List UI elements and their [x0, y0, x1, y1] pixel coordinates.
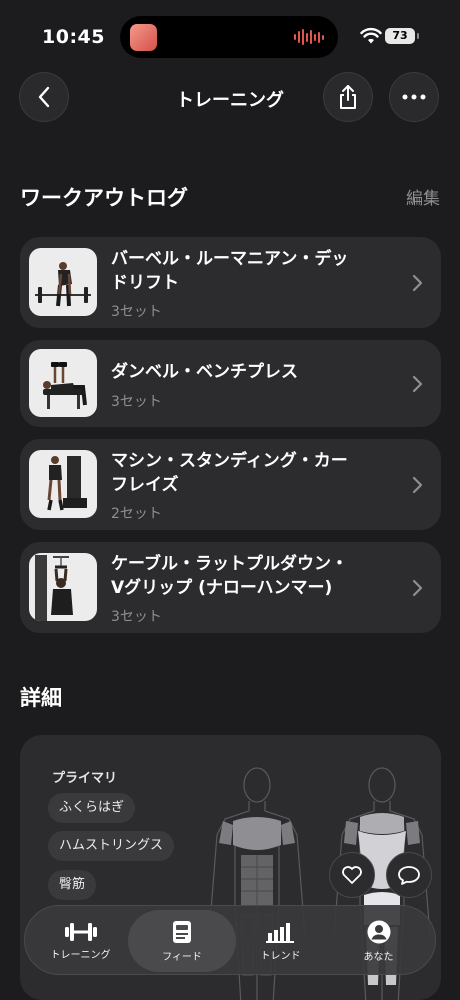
edit-button[interactable]: 編集 — [406, 184, 440, 209]
exercise-sets: 3セット — [111, 609, 162, 625]
exercise-thumbnail — [29, 248, 97, 316]
exercise-name-line1: ケーブル・ラットプルダウン・ — [111, 554, 348, 574]
muscle-chip[interactable]: ふくらはぎ — [48, 793, 136, 823]
tab-bar: トレーニング フィード トレンド あなた — [24, 905, 436, 975]
chart-icon — [265, 922, 294, 943]
battery-indicator: 73 — [385, 28, 419, 44]
tab-label: トレーニング — [50, 949, 111, 961]
share-icon — [340, 85, 356, 109]
more-button[interactable] — [389, 72, 439, 122]
exercise-name-line1: マシン・スタンディング・カー — [111, 451, 348, 471]
chevron-right-icon — [412, 274, 423, 291]
more-icon — [402, 94, 426, 100]
comment-icon — [398, 866, 420, 885]
exercise-name-line2: Vグリップ (ナローハンマー) — [111, 578, 333, 598]
feed-icon — [173, 920, 191, 943]
exercise-row[interactable]: バーベル・ルーマニアン・デッ ドリフト 3セット — [20, 237, 441, 328]
exercise-name: バーベル・ルーマニアン・デッ ドリフト — [111, 247, 391, 295]
tab-feed[interactable]: フィード — [128, 910, 236, 972]
exercise-thumbnail — [29, 553, 97, 621]
exercise-name-line1: バーベル・ルーマニアン・デッ — [111, 249, 349, 269]
exercise-thumbnail — [29, 450, 97, 518]
status-bar: 10:45 73 — [0, 0, 460, 72]
muscle-chip[interactable]: 臀筋 — [48, 870, 97, 900]
exercise-name-line2: フレイズ — [111, 475, 179, 495]
tab-trends[interactable]: トレンド — [229, 910, 332, 972]
primary-muscles-label: プライマリ — [52, 771, 118, 786]
status-time: 10:45 — [42, 26, 105, 48]
tab-you[interactable]: あなた — [327, 910, 430, 972]
share-button[interactable] — [323, 72, 373, 122]
like-button[interactable] — [329, 852, 375, 898]
dumbbell-icon — [64, 922, 97, 941]
exercise-sets: 3セット — [111, 394, 162, 410]
wifi-icon — [360, 27, 382, 44]
audio-waveform-icon — [294, 29, 324, 45]
exercise-sets: 3セット — [111, 304, 162, 320]
tab-label: トレンド — [260, 950, 301, 962]
exercise-name-line1: ダンベル・ベンチプレス — [111, 362, 298, 382]
exercise-name: ダンベル・ベンチプレス — [111, 360, 391, 384]
exercise-thumbnail — [29, 349, 97, 417]
tab-label: あなた — [363, 951, 394, 963]
person-icon — [367, 920, 390, 943]
exercise-sets: 2セット — [111, 506, 162, 522]
chevron-right-icon — [412, 375, 423, 392]
chevron-right-icon — [412, 579, 423, 596]
exercise-row[interactable]: ダンベル・ベンチプレス 3セット — [20, 340, 441, 427]
exercise-row[interactable]: ケーブル・ラットプルダウン・ Vグリップ (ナローハンマー) 3セット — [20, 542, 441, 633]
exercise-name: ケーブル・ラットプルダウン・ Vグリップ (ナローハンマー) — [111, 552, 391, 600]
workout-log-title: ワークアウトログ — [20, 186, 188, 210]
heart-icon — [342, 866, 362, 884]
tab-label: フィード — [162, 951, 202, 963]
exercise-name-line2: ドリフト — [111, 273, 179, 293]
exercise-row[interactable]: マシン・スタンディング・カー フレイズ 2セット — [20, 439, 441, 530]
exercise-name: マシン・スタンディング・カー フレイズ — [111, 449, 391, 497]
tab-training[interactable]: トレーニング — [29, 910, 132, 972]
comment-button[interactable] — [386, 852, 432, 898]
details-title: 詳細 — [20, 686, 62, 710]
muscle-chip[interactable]: ハムストリングス — [48, 831, 175, 861]
now-playing-artwork — [130, 24, 157, 51]
chevron-right-icon — [412, 476, 423, 493]
dynamic-island[interactable] — [120, 16, 338, 58]
